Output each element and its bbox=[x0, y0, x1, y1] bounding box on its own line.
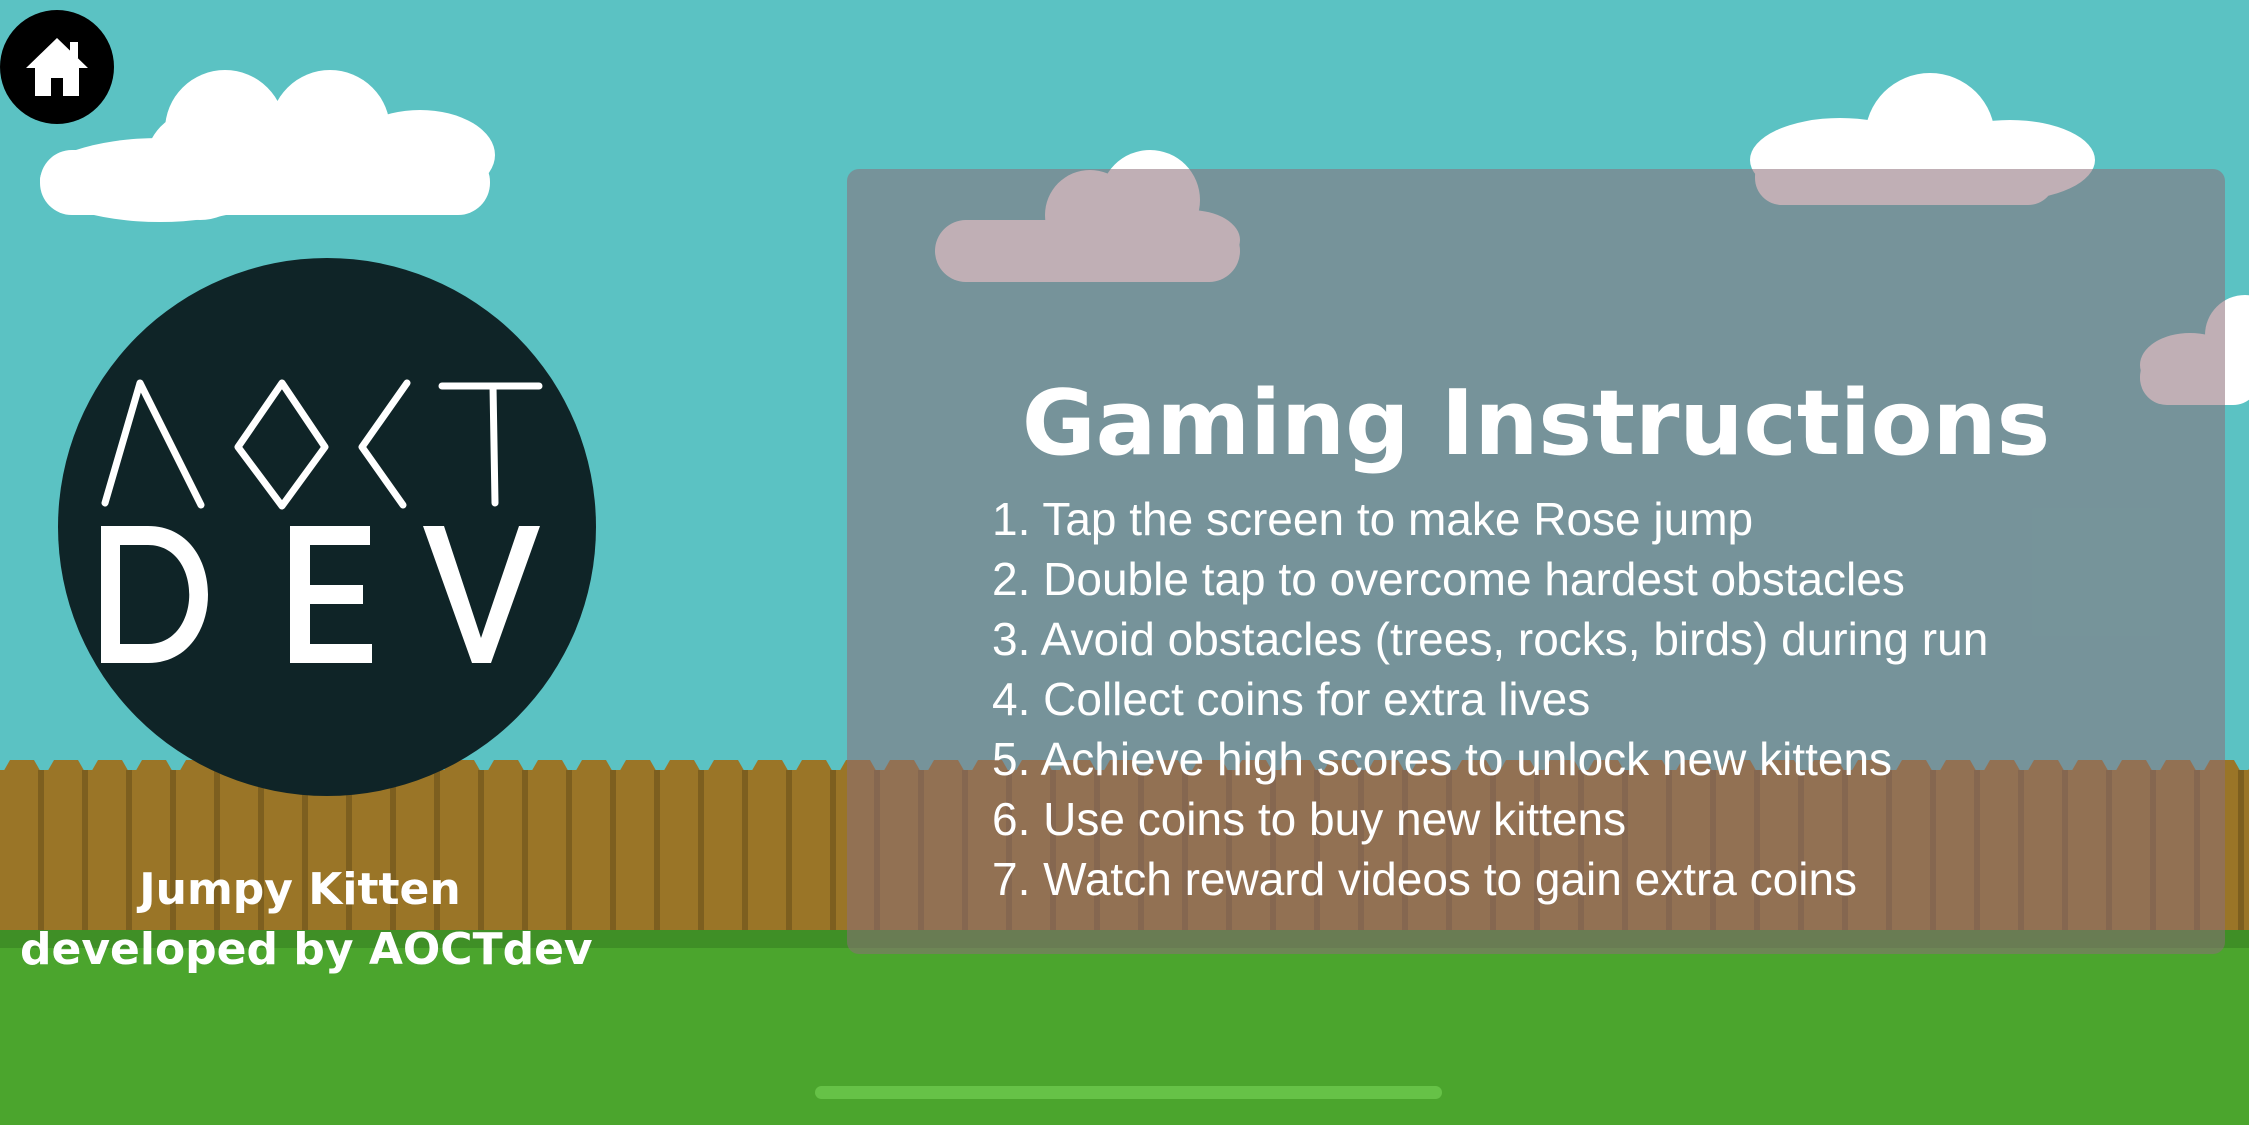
fence-picket-shadow bbox=[742, 770, 748, 940]
fence-picket bbox=[618, 760, 658, 940]
fence-picket bbox=[794, 760, 834, 940]
credits: Jumpy Kitten developed by AOCTdev bbox=[20, 860, 593, 980]
logo-wordmark bbox=[101, 379, 543, 663]
fence-picket bbox=[706, 760, 746, 940]
instruction-item: 6. Use coins to buy new kittens bbox=[992, 793, 1627, 845]
instruction-item: 5. Achieve high scores to unlock new kit… bbox=[992, 733, 1893, 785]
home-indicator[interactable] bbox=[815, 1086, 1442, 1099]
instruction-item: 3. Avoid obstacles (trees, rocks, birds)… bbox=[992, 613, 1989, 665]
fence-picket-shadow bbox=[786, 770, 792, 940]
instruction-item: 1. Tap the screen to make Rose jump bbox=[992, 493, 1754, 545]
home-icon bbox=[26, 38, 88, 96]
fence-picket-shadow bbox=[2238, 770, 2244, 940]
game-title-text: Jumpy Kitten bbox=[139, 864, 461, 915]
instructions-title: Gaming Instructions bbox=[1021, 371, 2051, 476]
instruction-item: 2. Double tap to overcome hardest obstac… bbox=[992, 553, 1905, 605]
instructions-panel: Gaming Instructions 1. Tap the screen to… bbox=[847, 169, 2225, 954]
instructions-list: 1. Tap the screen to make Rose jump 2. D… bbox=[992, 489, 1988, 909]
aoctdev-logo bbox=[58, 258, 596, 796]
fence-picket-shadow bbox=[610, 770, 616, 940]
fence-picket-shadow bbox=[830, 770, 836, 940]
fence-picket bbox=[750, 760, 790, 940]
developer-text: developed by AOCTdev bbox=[20, 924, 593, 975]
fence-picket-shadow bbox=[654, 770, 660, 940]
instruction-item: 4. Collect coins for extra lives bbox=[992, 673, 1591, 725]
home-button[interactable] bbox=[0, 10, 114, 124]
instruction-item: 7. Watch reward videos to gain extra coi… bbox=[992, 853, 1858, 905]
fence-picket-shadow bbox=[698, 770, 704, 940]
fence-picket bbox=[662, 760, 702, 940]
